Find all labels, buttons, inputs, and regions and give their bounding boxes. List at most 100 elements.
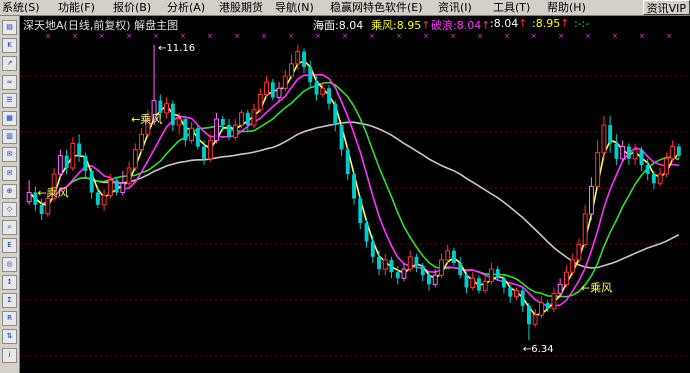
candle-body-21[interactable] bbox=[158, 100, 163, 113]
candle-body-86[interactable] bbox=[564, 271, 569, 286]
report-icon[interactable]: ▥ bbox=[2, 129, 17, 145]
candle-body-16[interactable] bbox=[126, 167, 132, 184]
candle-body-103[interactable] bbox=[670, 146, 676, 160]
menu-item-3[interactable]: 分析(A) bbox=[167, 0, 205, 15]
vip-info-button[interactable]: 资讯VIP bbox=[642, 0, 690, 15]
candle-body-32[interactable] bbox=[227, 125, 231, 138]
candle-body-14[interactable] bbox=[114, 180, 119, 193]
candle-body-85[interactable] bbox=[557, 283, 563, 295]
candle-body-91[interactable] bbox=[595, 152, 601, 187]
candle-body-83[interactable] bbox=[545, 302, 550, 309]
candle-body-82[interactable] bbox=[539, 302, 544, 316]
candle-body-7[interactable] bbox=[70, 143, 76, 169]
candle-body-8[interactable] bbox=[77, 143, 82, 156]
candle-body-75[interactable] bbox=[495, 269, 500, 279]
menu-item-2[interactable]: 报价(B) bbox=[113, 0, 151, 15]
candle-body-13[interactable] bbox=[107, 179, 113, 196]
candle-body-47[interactable] bbox=[320, 87, 326, 95]
candle-body-93[interactable] bbox=[608, 125, 613, 144]
candle-body-34[interactable] bbox=[239, 112, 245, 126]
sort-icon[interactable]: ⇅ bbox=[2, 329, 17, 345]
candle-body-53[interactable] bbox=[358, 198, 363, 224]
candle-body-59[interactable] bbox=[395, 272, 400, 279]
candle-body-69[interactable] bbox=[458, 263, 463, 276]
rsi-icon[interactable]: R bbox=[2, 311, 17, 327]
search-icon[interactable]: ⌕ bbox=[2, 220, 17, 236]
candle-body-28[interactable] bbox=[202, 146, 206, 159]
candle-body-15[interactable] bbox=[120, 182, 126, 194]
candle-body-10[interactable] bbox=[89, 171, 94, 193]
candle-body-89[interactable] bbox=[582, 213, 588, 245]
ma-icon[interactable]: ≈ bbox=[2, 74, 17, 90]
candle-body-51[interactable] bbox=[345, 149, 350, 175]
candle-body-56[interactable] bbox=[377, 256, 381, 270]
candle-body-11[interactable] bbox=[95, 192, 100, 205]
candle-body-73[interactable] bbox=[482, 280, 488, 291]
info-icon[interactable]: i bbox=[2, 347, 17, 363]
candle-body-5[interactable] bbox=[57, 155, 63, 175]
candle-body-17[interactable] bbox=[132, 149, 138, 169]
candle-body-48[interactable] bbox=[327, 88, 331, 104]
candle-body-12[interactable] bbox=[101, 195, 107, 206]
candle-body-87[interactable] bbox=[570, 259, 576, 273]
candle-body-98[interactable] bbox=[639, 149, 644, 165]
candle-body-70[interactable] bbox=[464, 275, 469, 288]
candle-body-26[interactable] bbox=[189, 127, 195, 141]
candle-body-35[interactable] bbox=[245, 112, 250, 126]
candle-body-9[interactable] bbox=[83, 155, 88, 171]
candle-body-102[interactable] bbox=[663, 158, 669, 175]
candle-body-49[interactable] bbox=[333, 103, 338, 126]
candle-body-80[interactable] bbox=[527, 305, 531, 325]
candle-body-40[interactable] bbox=[276, 87, 282, 99]
candle-body-2[interactable] bbox=[39, 204, 44, 214]
candle-body-54[interactable] bbox=[364, 223, 369, 242]
candle-body-46[interactable] bbox=[314, 82, 319, 95]
candle-body-38[interactable] bbox=[264, 81, 270, 95]
candle-body-92[interactable] bbox=[601, 124, 607, 154]
candle-body-60[interactable] bbox=[401, 268, 407, 279]
mail-icon[interactable]: ✉ bbox=[2, 165, 17, 181]
candle-body-43[interactable] bbox=[295, 51, 301, 65]
menu-item-8[interactable]: 工具(T) bbox=[493, 0, 530, 15]
candle-body-62[interactable] bbox=[414, 256, 419, 266]
candle-body-76[interactable] bbox=[502, 278, 506, 288]
candle-body-39[interactable] bbox=[270, 82, 275, 98]
candle-body-44[interactable] bbox=[302, 51, 306, 67]
candle-body-22[interactable] bbox=[164, 103, 170, 114]
candle-body-68[interactable] bbox=[452, 250, 456, 263]
candle-body-66[interactable] bbox=[439, 259, 444, 276]
candle-body-100[interactable] bbox=[651, 174, 656, 184]
candle-body-96[interactable] bbox=[627, 146, 631, 159]
news-icon[interactable]: ✉ bbox=[2, 147, 17, 163]
candle-body-23[interactable] bbox=[170, 103, 175, 126]
candle-body-74[interactable] bbox=[489, 268, 494, 282]
candle-body-33[interactable] bbox=[232, 124, 238, 138]
candle-body-88[interactable] bbox=[576, 244, 582, 261]
candle-body-63[interactable] bbox=[420, 266, 425, 276]
sum-icon[interactable]: Σ bbox=[2, 293, 17, 308]
candle-body-52[interactable] bbox=[352, 174, 356, 199]
filter-icon[interactable]: ◇ bbox=[2, 202, 17, 217]
candle-body-71[interactable] bbox=[470, 277, 476, 288]
candle-body-31[interactable] bbox=[220, 119, 225, 126]
zoom-icon[interactable]: ⊕ bbox=[2, 183, 17, 199]
menu-item-6[interactable]: 稳赢网特色软件(E) bbox=[330, 0, 423, 15]
candle-body-42[interactable] bbox=[289, 63, 295, 77]
candle-body-37[interactable] bbox=[257, 94, 263, 111]
chart-icon[interactable]: ▤ bbox=[2, 20, 17, 35]
candle-body-64[interactable] bbox=[427, 275, 431, 285]
candle-body-97[interactable] bbox=[632, 149, 638, 160]
candle-body-90[interactable] bbox=[589, 185, 594, 215]
menu-item-9[interactable]: 帮助(H) bbox=[547, 0, 586, 15]
candle-body-95[interactable] bbox=[620, 146, 626, 160]
k-line-icon[interactable]: K bbox=[2, 38, 17, 54]
candle-body-77[interactable] bbox=[508, 287, 513, 297]
candle-body-57[interactable] bbox=[382, 259, 388, 270]
candle-body-67[interactable] bbox=[445, 250, 451, 261]
candle-body-101[interactable] bbox=[657, 173, 663, 184]
menu-item-7[interactable]: 资讯(I) bbox=[438, 0, 472, 15]
candle-body-6[interactable] bbox=[64, 155, 69, 168]
candle-body-30[interactable] bbox=[214, 118, 220, 141]
candle-body-72[interactable] bbox=[477, 278, 481, 291]
price-chart[interactable]: × × × × × × × × × × × × × × × × × × × × × × × × ←11.16 ←6.34 ←乘风 ←乘… bbox=[20, 16, 690, 373]
